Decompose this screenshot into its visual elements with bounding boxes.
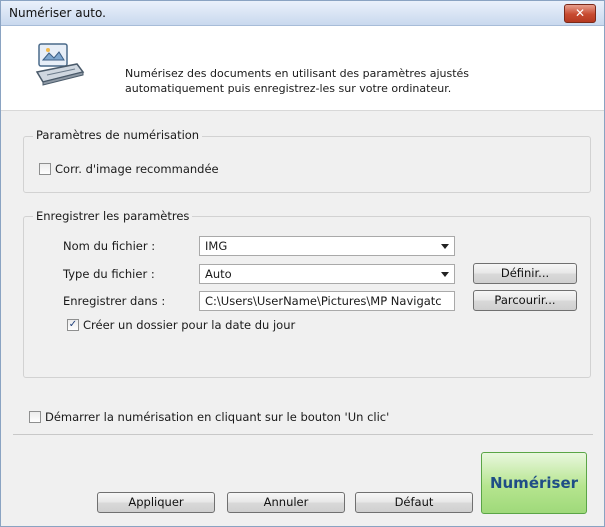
- scanner-icon: [35, 43, 85, 86]
- footer-divider: [13, 434, 593, 435]
- file-type-value: Auto: [205, 267, 232, 281]
- one-click-label[interactable]: Démarrer la numérisation en cliquant sur…: [45, 410, 389, 424]
- define-button[interactable]: Définir...: [473, 263, 577, 284]
- cancel-button[interactable]: Annuler: [227, 492, 345, 513]
- save-settings-title: Enregistrer les paramètres: [33, 209, 193, 223]
- image-correction-checkbox[interactable]: [39, 163, 51, 175]
- save-in-field[interactable]: C:\Users\UserName\Pictures\MP Navigatc: [199, 291, 455, 311]
- dialog-description: Numérisez des documents en utilisant des…: [125, 66, 545, 96]
- close-button[interactable]: ✕: [564, 4, 596, 23]
- scan-button[interactable]: Numériser: [481, 452, 587, 514]
- create-folder-label[interactable]: Créer un dossier pour la date du jour: [83, 318, 295, 332]
- image-correction-label[interactable]: Corr. d'image recommandée: [55, 162, 219, 176]
- chevron-down-icon[interactable]: [441, 244, 449, 249]
- scan-settings-title: Paramètres de numérisation: [33, 128, 203, 142]
- browse-button[interactable]: Parcourir...: [473, 290, 577, 311]
- file-type-select[interactable]: Auto: [199, 264, 455, 284]
- title-bar: Numériser auto. ✕: [1, 1, 604, 26]
- default-button[interactable]: Défaut: [355, 492, 473, 513]
- chevron-down-icon[interactable]: [441, 272, 449, 277]
- close-icon: ✕: [574, 6, 586, 20]
- description-line-1: Numérisez des documents en utilisant des…: [125, 67, 470, 80]
- one-click-checkbox[interactable]: [29, 411, 41, 423]
- window-title: Numériser auto.: [9, 6, 106, 20]
- file-name-value: IMG: [205, 239, 228, 253]
- file-name-label: Nom du fichier :: [63, 239, 156, 253]
- create-folder-checkbox[interactable]: ✓: [67, 319, 79, 331]
- dialog-header: Numérisez des documents en utilisant des…: [1, 26, 604, 111]
- file-type-label: Type du fichier :: [63, 267, 155, 281]
- save-in-label: Enregistrer dans :: [63, 294, 166, 308]
- save-in-path: C:\Users\UserName\Pictures\MP Navigatc: [205, 294, 442, 308]
- apply-button[interactable]: Appliquer: [97, 492, 215, 513]
- auto-scan-dialog: Numériser auto. ✕ Numérisez des document…: [0, 0, 605, 527]
- file-name-combobox[interactable]: IMG: [199, 236, 455, 256]
- description-line-2: automatiquement puis enregistrez-les sur…: [125, 82, 452, 95]
